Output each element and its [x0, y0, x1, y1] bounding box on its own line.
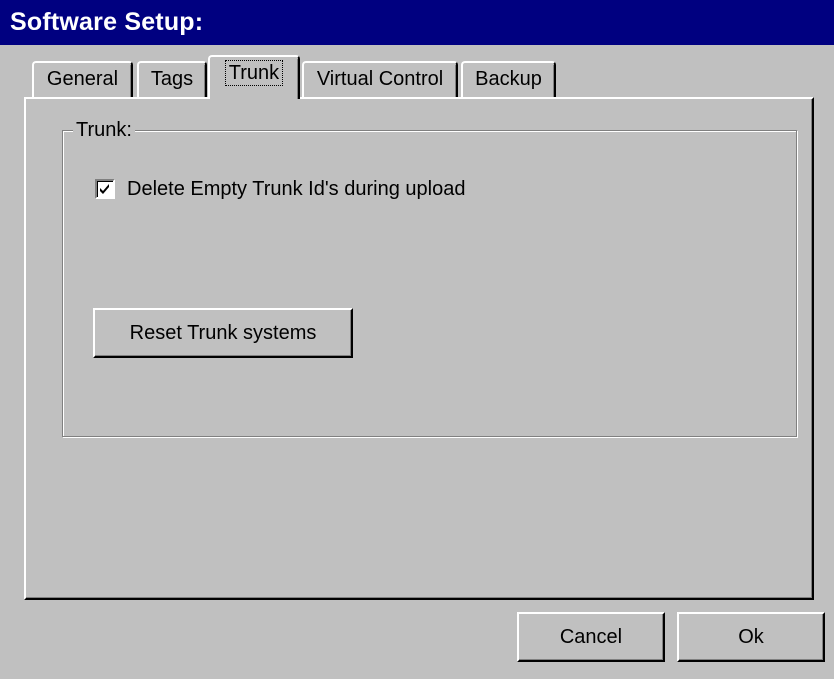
tab-virtual-control[interactable]: Virtual Control — [302, 61, 458, 97]
tab-general-label: General — [46, 68, 119, 90]
trunk-groupbox: Trunk: Delete Empty Trunk Id's during up… — [62, 117, 797, 437]
tab-backup[interactable]: Backup — [461, 61, 556, 97]
tab-backup-label: Backup — [475, 68, 542, 90]
window-title: Software Setup: — [10, 8, 204, 36]
tab-virtual-control-label: Virtual Control — [316, 68, 444, 90]
delete-empty-trunk-row[interactable]: Delete Empty Trunk Id's during upload — [95, 176, 465, 202]
tab-trunk[interactable]: Trunk — [208, 55, 300, 99]
window-title-bar[interactable]: Software Setup: — [0, 0, 834, 45]
tab-trunk-label: Trunk — [224, 60, 284, 86]
tab-panel-trunk: Trunk: Delete Empty Trunk Id's during up… — [24, 97, 814, 600]
check-icon — [100, 184, 109, 194]
ok-button[interactable]: Ok — [677, 612, 825, 662]
tab-tags-label: Tags — [150, 68, 194, 90]
delete-empty-trunk-checkbox[interactable] — [95, 179, 115, 199]
tab-general[interactable]: General — [32, 61, 133, 97]
software-setup-dialog: Software Setup: General Tags Trunk Virtu… — [0, 0, 834, 679]
delete-empty-trunk-label[interactable]: Delete Empty Trunk Id's during upload — [127, 178, 465, 201]
tab-strip: General Tags Trunk Virtual Control Backu… — [0, 55, 834, 100]
trunk-group-title: Trunk: — [73, 117, 135, 143]
reset-trunk-systems-button[interactable]: Reset Trunk systems — [93, 308, 353, 358]
cancel-button[interactable]: Cancel — [517, 612, 665, 662]
tab-tags[interactable]: Tags — [137, 61, 207, 97]
